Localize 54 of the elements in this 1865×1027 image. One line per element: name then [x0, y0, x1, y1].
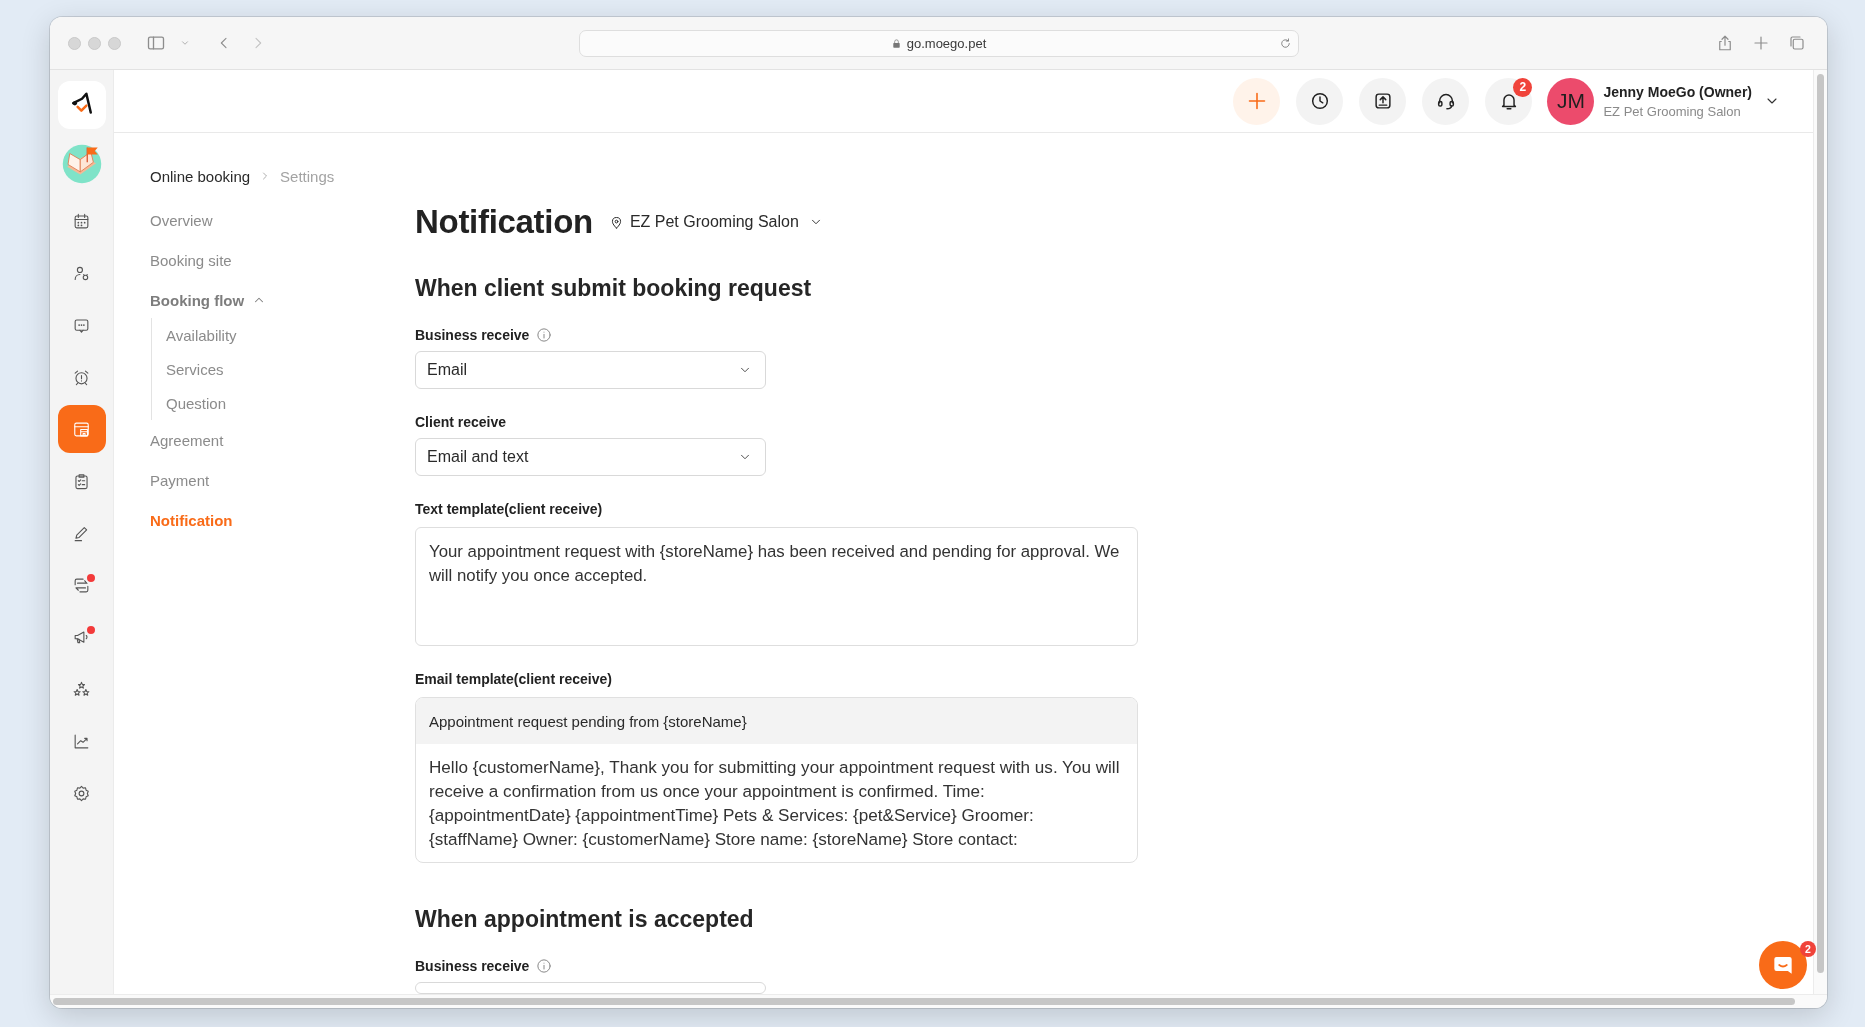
business-name: EZ Pet Grooming Salon: [1603, 103, 1742, 120]
tabs-overview-icon[interactable]: [1788, 34, 1806, 52]
field-label: Client receive: [415, 414, 507, 430]
email-subject-field[interactable]: Appointment request pending from {storeName}: [416, 698, 1137, 744]
notification-count-badge: 2: [1513, 77, 1533, 97]
user-name: Jenny MoeGo (Owner): [1603, 82, 1752, 101]
nav-item[interactable]: Payment: [150, 460, 210, 500]
section-heading: When client submit booking request: [415, 274, 812, 303]
nav-subitem[interactable]: Services: [166, 352, 224, 386]
calendar-icon: [72, 211, 91, 231]
sidebar-nav-button[interactable]: [57, 405, 106, 453]
user-avatar[interactable]: JM: [1547, 77, 1595, 125]
select-field[interactable]: Email and text: [415, 438, 766, 476]
field-label: Business receive: [415, 327, 530, 343]
notification-count-badge: 2: [1800, 941, 1816, 957]
window-close-button[interactable]: [68, 36, 81, 50]
email-body-field[interactable]: Hello {customerName}, Thank you for submitting your appointment request with us. You will receive a confirmation from us once your appointment is confirmed. Time: {appointmentDate} {appointmentTime} Pets & Services: {pet&Service} Groomer: {staffName} Owner: {customerName} Store name: {storeName} Store contact:: [416, 744, 1137, 862]
info-icon[interactable]: [536, 327, 553, 343]
scrollbar-thumb[interactable]: [1817, 74, 1824, 973]
three-stars-icon: [72, 679, 91, 699]
plus-icon[interactable]: [1752, 34, 1770, 52]
nav-subitem[interactable]: Availability: [166, 318, 237, 352]
nav-item[interactable]: Overview: [150, 200, 213, 240]
clipboard-checklist-icon: [72, 471, 91, 491]
notifications-button[interactable]: 2: [1485, 77, 1533, 125]
window-zoom-button[interactable]: [108, 36, 121, 50]
window-minimize-button[interactable]: [88, 36, 101, 50]
location-selector[interactable]: EZ Pet Grooming Salon: [608, 209, 823, 235]
select-field[interactable]: Email: [415, 351, 766, 389]
reload-icon[interactable]: [1278, 36, 1292, 50]
logo-icon[interactable]: [57, 81, 106, 129]
chat-launcher-button[interactable]: [1759, 941, 1807, 989]
field-label: Text template(client receive): [415, 501, 603, 517]
nav-item[interactable]: Booking flow: [150, 280, 267, 320]
field-label: Business receive: [415, 958, 530, 974]
info-icon[interactable]: [536, 958, 553, 974]
settings-icon: [72, 783, 91, 803]
book-flag-avatar-icon[interactable]: [60, 143, 103, 185]
alarm-clock-icon: [72, 367, 91, 387]
url-text: go.moego.pet: [906, 35, 987, 51]
lock-icon: [890, 37, 902, 49]
scrollbar-thumb[interactable]: [53, 998, 1795, 1005]
field-label: Email template(client receive): [415, 671, 612, 687]
nav-item[interactable]: Agreement: [150, 420, 224, 460]
nav-item[interactable]: Booking site: [150, 240, 232, 280]
share-icon[interactable]: [1716, 34, 1734, 52]
nav-subitem[interactable]: Question: [166, 386, 227, 420]
nav-item[interactable]: Notification: [150, 500, 233, 540]
breadcrumb-link[interactable]: Online booking: [150, 167, 251, 185]
address-bar[interactable]: go.moego.pet: [578, 29, 1299, 57]
text-template-field[interactable]: Your appointment request with {storeName} has been received and pending for approval. We will notify you once accepted.: [415, 527, 1138, 646]
page-title: Notification: [415, 202, 593, 242]
breadcrumb-link[interactable]: Settings: [280, 167, 335, 185]
section-heading: When appointment is accepted: [415, 905, 754, 934]
